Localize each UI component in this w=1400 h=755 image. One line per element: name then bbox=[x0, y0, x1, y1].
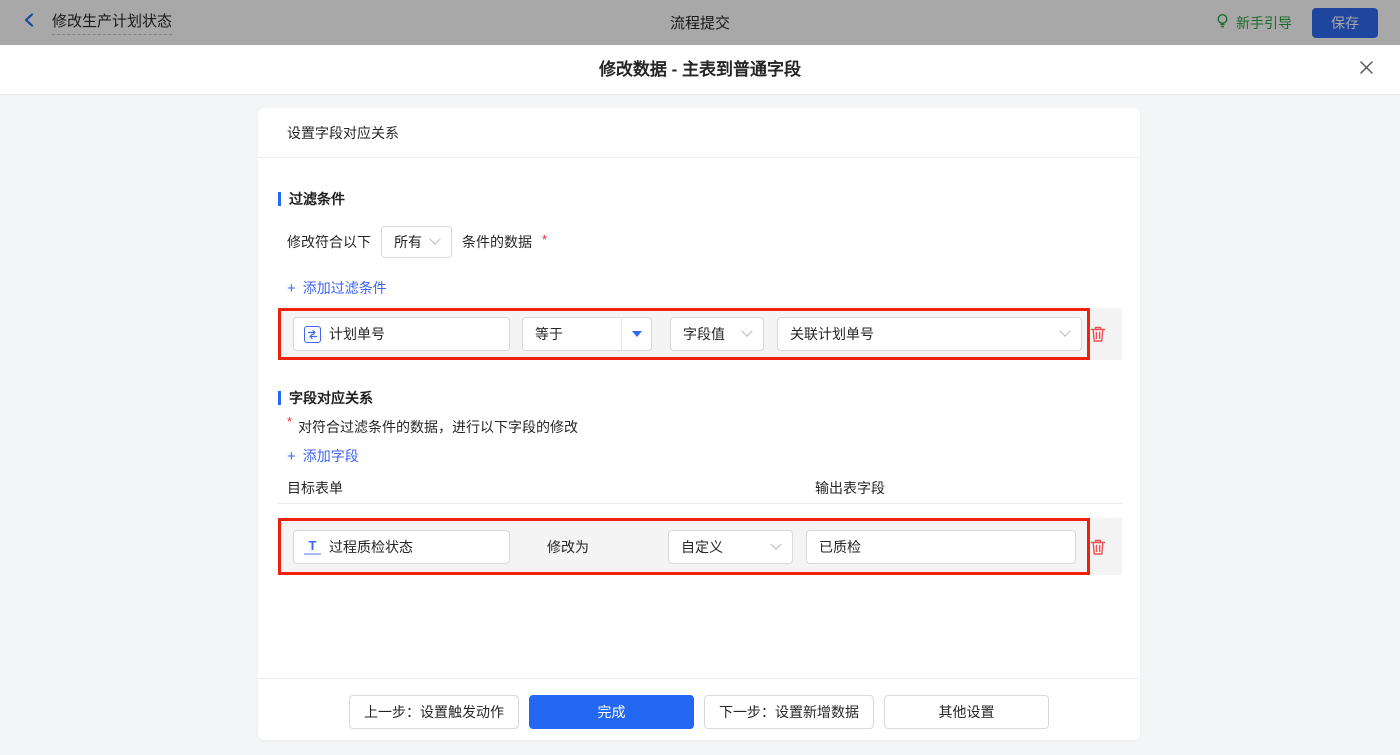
serial-field-icon bbox=[304, 326, 321, 343]
match-mode-value: 所有 bbox=[394, 232, 422, 252]
modal-header: 修改数据 - 主表到普通字段 bbox=[0, 45, 1400, 95]
trash-icon bbox=[1090, 538, 1106, 556]
compare-value: 关联计划单号 bbox=[790, 324, 874, 344]
match-suffix-label: 条件的数据 bbox=[462, 232, 532, 252]
footer-button-group: 上一步：设置触发动作 完成 下一步：设置新增数据 其他设置 bbox=[258, 695, 1140, 729]
chevron-down-icon bbox=[1059, 326, 1070, 337]
add-filter-condition-link[interactable]: + 添加过滤条件 bbox=[287, 278, 387, 298]
match-prefix-label: 修改符合以下 bbox=[287, 232, 371, 252]
modify-type-value: 自定义 bbox=[681, 537, 723, 557]
compare-value-select[interactable]: 关联计划单号 bbox=[777, 317, 1082, 351]
trash-icon bbox=[1090, 325, 1106, 343]
filter-section-label: 过滤条件 bbox=[289, 189, 345, 209]
card-header-title: 设置字段对应关系 bbox=[258, 108, 1140, 158]
custom-value-input[interactable] bbox=[806, 530, 1076, 564]
operator-caret-button[interactable] bbox=[621, 318, 651, 350]
plus-icon: + bbox=[287, 448, 296, 465]
filter-condition-row: 计划单号 等于 字段值 关联计划单号 bbox=[278, 308, 1122, 360]
modal-overlay-mask bbox=[0, 0, 1400, 45]
match-mode-select[interactable]: 所有 bbox=[381, 226, 452, 258]
prev-step-button[interactable]: 上一步：设置触发动作 bbox=[349, 695, 519, 729]
chevron-down-icon bbox=[770, 538, 781, 549]
delete-mapping-button[interactable] bbox=[1090, 538, 1106, 556]
required-mark: * bbox=[542, 232, 547, 247]
target-field-select[interactable]: T 过程质检状态 bbox=[293, 530, 510, 564]
filter-field-value: 计划单号 bbox=[329, 324, 385, 344]
text-field-icon: T bbox=[304, 538, 321, 555]
chevron-down-icon bbox=[741, 326, 752, 337]
chevron-down-icon bbox=[429, 234, 440, 245]
modal-body: 设置字段对应关系 过滤条件 修改符合以下 所有 条件的数据 * + 添加过滤条件 bbox=[0, 96, 1400, 755]
section-bar-icon bbox=[278, 391, 281, 405]
filter-field-select[interactable]: 计划单号 bbox=[293, 317, 510, 351]
settings-card: 设置字段对应关系 过滤条件 修改符合以下 所有 条件的数据 * + 添加过滤条件 bbox=[258, 108, 1140, 740]
mapping-description: * 对符合过滤条件的数据，进行以下字段的修改 bbox=[287, 417, 578, 437]
delete-condition-button[interactable] bbox=[1090, 325, 1106, 343]
add-field-link[interactable]: + 添加字段 bbox=[287, 446, 359, 466]
footer-divider bbox=[258, 678, 1140, 679]
target-field-value: 过程质检状态 bbox=[329, 537, 413, 557]
next-step-button[interactable]: 下一步：设置新增数据 bbox=[704, 695, 874, 729]
plus-icon: + bbox=[287, 280, 296, 297]
filter-section-title: 过滤条件 bbox=[278, 189, 345, 209]
close-icon bbox=[1359, 60, 1374, 80]
caret-down-icon bbox=[632, 331, 642, 337]
filter-match-row: 修改符合以下 所有 条件的数据 * bbox=[287, 226, 547, 258]
value-type-select[interactable]: 字段值 bbox=[670, 317, 764, 351]
add-filter-condition-label: 添加过滤条件 bbox=[303, 278, 387, 298]
mapping-description-text: 对符合过滤条件的数据，进行以下字段的修改 bbox=[298, 417, 578, 437]
field-mapping-row: T 过程质检状态 修改为 自定义 bbox=[278, 518, 1122, 575]
column-divider bbox=[278, 503, 1122, 504]
modify-type-select[interactable]: 自定义 bbox=[668, 530, 793, 564]
close-button[interactable] bbox=[1356, 60, 1376, 80]
done-button[interactable]: 完成 bbox=[529, 695, 694, 729]
mapping-section-title: 字段对应关系 bbox=[278, 388, 373, 408]
mapping-section-label: 字段对应关系 bbox=[289, 388, 373, 408]
add-field-label: 添加字段 bbox=[303, 446, 359, 466]
operator-value: 等于 bbox=[523, 324, 621, 344]
modify-to-label: 修改为 bbox=[547, 537, 589, 557]
operator-select[interactable]: 等于 bbox=[522, 317, 652, 351]
required-mark: * bbox=[287, 414, 292, 429]
target-form-column-header: 目标表单 bbox=[287, 478, 343, 498]
section-bar-icon bbox=[278, 192, 281, 206]
modal-title: 修改数据 - 主表到普通字段 bbox=[0, 45, 1400, 95]
other-settings-button[interactable]: 其他设置 bbox=[884, 695, 1049, 729]
value-type-value: 字段值 bbox=[683, 324, 725, 344]
output-field-column-header: 输出表字段 bbox=[815, 478, 885, 498]
